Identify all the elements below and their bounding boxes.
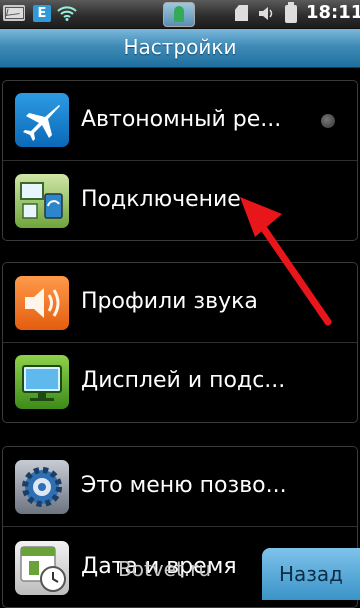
settings-item-sound-profiles[interactable]: Профили звука <box>3 263 357 343</box>
settings-item-display[interactable]: Дисплей и подс... <box>3 343 357 422</box>
wifi-icon <box>57 6 77 21</box>
title-bar: Настройки <box>0 29 360 68</box>
settings-item-connection[interactable]: Подключение <box>3 161 357 240</box>
sd-card-icon <box>235 5 248 21</box>
settings-group-1: Автономный ре... Подключение <box>2 80 358 241</box>
settings-item-label: Автономный ре... <box>81 107 282 132</box>
back-button[interactable]: Назад <box>262 548 360 600</box>
e-network-icon: E <box>33 5 51 22</box>
airplane-icon <box>15 93 69 147</box>
status-bar: E 18:11 <box>0 0 360 29</box>
display-icon <box>15 355 69 409</box>
settings-item-label: Это меню позво... <box>81 473 287 498</box>
airplane-mode-toggle[interactable] <box>321 114 335 128</box>
status-time: 18:11 <box>306 2 360 23</box>
page-title: Настройки <box>123 35 237 59</box>
calendar-clock-icon <box>15 541 69 595</box>
settings-item-label: Профили звука <box>81 289 258 314</box>
watermark: Botvet.ru <box>118 557 212 581</box>
app-notification-icon[interactable] <box>163 2 195 27</box>
volume-icon <box>259 7 273 20</box>
sound-icon <box>15 276 69 330</box>
battery-icon <box>285 2 297 23</box>
settings-item-label: Подключение <box>81 187 241 212</box>
mail-icon <box>3 5 25 21</box>
settings-group-2: Профили звука Дисплей и подс... <box>2 262 358 423</box>
settings-item-about-menu[interactable]: Это меню позво... <box>3 447 357 527</box>
settings-item-airplane-mode[interactable]: Автономный ре... <box>3 81 357 161</box>
connection-icon <box>15 174 69 228</box>
settings-item-label: Дисплей и подс... <box>81 368 286 393</box>
gear-icon <box>15 460 69 514</box>
